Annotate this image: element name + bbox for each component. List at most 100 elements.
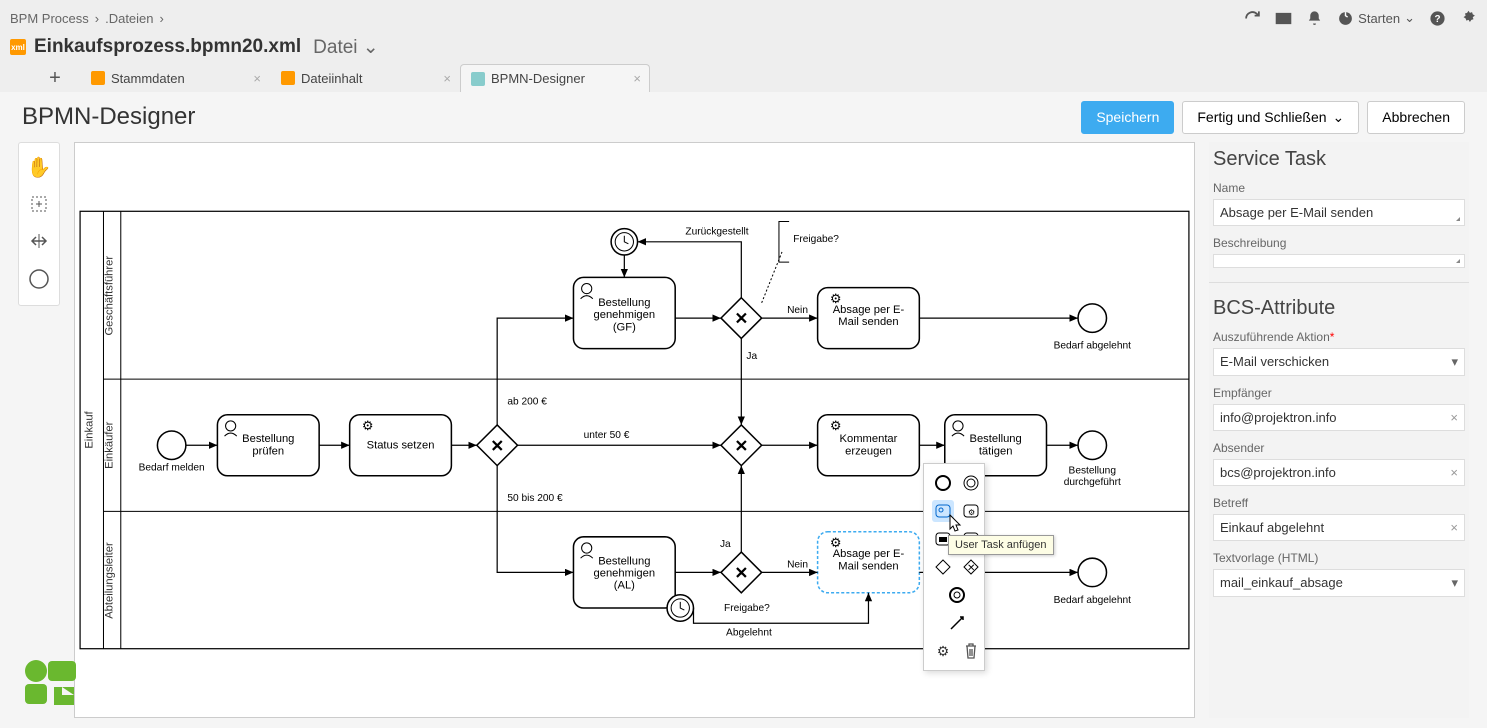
svg-text:Freigabe?: Freigabe? — [793, 234, 839, 245]
bpmn-icon — [471, 72, 485, 86]
toolbox: ✋ — [18, 142, 60, 306]
page-title: BPMN-Designer — [22, 103, 195, 131]
svg-text:Ja: Ja — [720, 539, 731, 550]
props-label: Name — [1209, 179, 1469, 197]
props-to-input[interactable]: info@projektron.info× — [1213, 404, 1465, 431]
help-icon[interactable]: ? — [1429, 10, 1446, 27]
svg-text:Bedarf abgelehnt: Bedarf abgelehnt — [1054, 341, 1132, 352]
props-template-select[interactable]: mail_einkauf_absage — [1213, 569, 1465, 597]
cancel-button[interactable]: Abbrechen — [1367, 101, 1465, 134]
props-label: Auszuführende Aktion* — [1209, 328, 1469, 346]
lane-label: Einkäufer — [104, 421, 116, 469]
props-label: Empfänger — [1209, 384, 1469, 402]
start-menu[interactable]: Starten ⌄ — [1337, 10, 1415, 27]
props-section-title: Service Task — [1209, 142, 1469, 177]
connect-icon[interactable] — [946, 612, 968, 634]
svg-text:Kommentarerzeugen: Kommentarerzeugen — [840, 433, 898, 457]
append-service-task-icon[interactable]: ⚙ — [960, 500, 982, 522]
hand-tool-icon[interactable]: ✋ — [27, 155, 52, 180]
svg-text:?: ? — [1434, 14, 1440, 25]
file-type-label[interactable]: Datei ⌄ — [313, 36, 379, 59]
props-name-input[interactable]: Absage per E-Mail senden — [1213, 199, 1465, 226]
tab-label: Dateiinhalt — [301, 71, 362, 86]
svg-text:Freigabe?: Freigabe? — [724, 603, 770, 614]
mail-icon[interactable] — [1275, 10, 1292, 27]
tab-dateiinhalt[interactable]: Dateiinhalt × — [270, 64, 460, 92]
finish-close-button[interactable]: Fertig und Schließen⌄ — [1182, 101, 1359, 134]
svg-text:Absage per E-Mail senden: Absage per E-Mail senden — [833, 548, 905, 572]
svg-text:50 bis 200 €: 50 bis 200 € — [507, 493, 563, 504]
node-label: Bedarf melden — [139, 463, 205, 474]
svg-text:✕: ✕ — [490, 437, 504, 455]
app-logo-icon — [24, 659, 78, 710]
gear-icon[interactable] — [1460, 10, 1477, 27]
pool-label: Einkauf — [83, 410, 95, 448]
close-icon[interactable]: × — [443, 71, 451, 86]
breadcrumb-item[interactable]: BPM Process — [10, 11, 89, 26]
svg-text:⚙: ⚙ — [362, 418, 374, 433]
tab-label: BPMN-Designer — [491, 71, 585, 86]
append-gateway-icon[interactable] — [932, 556, 954, 578]
svg-text:Bestellungdurchgeführt: Bestellungdurchgeführt — [1064, 466, 1121, 488]
props-action-select[interactable]: E-Mail verschicken — [1213, 348, 1465, 376]
svg-text:Nein: Nein — [787, 559, 808, 570]
tooltip: User Task anfügen — [948, 535, 1054, 555]
svg-text:Bedarf abgelehnt: Bedarf abgelehnt — [1054, 595, 1132, 606]
svg-text:Zurückgestellt: Zurückgestellt — [685, 227, 748, 238]
svg-text:⚙: ⚙ — [968, 508, 975, 517]
lasso-tool-icon[interactable] — [29, 194, 49, 217]
svg-text:Status setzen: Status setzen — [367, 439, 435, 451]
lane-label: Abteilungsleiter — [104, 542, 116, 619]
svg-text:✕: ✕ — [967, 563, 975, 574]
bell-icon[interactable] — [1306, 10, 1323, 27]
svg-text:ab 200 €: ab 200 € — [507, 397, 547, 408]
props-section-title: BCS-Attribute — [1209, 291, 1469, 326]
append-user-task-icon[interactable] — [932, 500, 954, 522]
refresh-icon[interactable] — [1244, 10, 1261, 27]
props-label: Textvorlage (HTML) — [1209, 549, 1469, 567]
start-event[interactable] — [157, 431, 185, 459]
trash-icon[interactable] — [960, 640, 982, 662]
svg-text:⚙: ⚙ — [830, 418, 842, 433]
file-type-icon: xml — [10, 39, 26, 55]
svg-text:Ja: Ja — [746, 351, 757, 362]
svg-text:✕: ✕ — [734, 437, 748, 455]
props-subject-input[interactable]: Einkauf abgelehnt× — [1213, 514, 1465, 541]
breadcrumb-item[interactable]: .Dateien — [105, 11, 153, 26]
props-from-input[interactable]: bcs@projektron.info× — [1213, 459, 1465, 486]
tab-label: Stammdaten — [111, 71, 185, 86]
space-tool-icon[interactable] — [29, 231, 49, 254]
props-desc-input[interactable] — [1213, 254, 1465, 268]
end-event-declined-2[interactable] — [1078, 558, 1106, 586]
breadcrumb: BPM Process› .Dateien› — [10, 11, 164, 26]
add-tab-button[interactable]: + — [30, 64, 80, 92]
context-menu[interactable]: ⚙ ✕ ⚙ — [923, 463, 985, 671]
bpmn-canvas[interactable]: Einkauf Geschäftsführer Einkäufer Abteil… — [74, 142, 1195, 718]
svg-text:Absage per E-Mail senden: Absage per E-Mail senden — [833, 304, 905, 328]
tab-stammdaten[interactable]: Stammdaten × — [80, 64, 270, 92]
end-event-declined-1[interactable] — [1078, 304, 1106, 332]
svg-text:✕: ✕ — [734, 565, 748, 583]
close-icon[interactable]: × — [633, 71, 641, 86]
svg-text:✕: ✕ — [734, 310, 748, 328]
svg-text:Nein: Nein — [787, 305, 808, 316]
properties-panel: Service Task Name Absage per E-Mail send… — [1209, 142, 1469, 718]
xml-icon — [91, 71, 105, 85]
file-name: Einkaufsprozess.bpmn20.xml — [34, 36, 301, 58]
append-inclusive-gateway-icon[interactable] — [946, 584, 968, 606]
svg-text:unter 50 €: unter 50 € — [584, 430, 630, 441]
end-event-done[interactable] — [1078, 431, 1106, 459]
close-icon[interactable]: × — [253, 71, 261, 86]
props-label: Beschreibung — [1209, 234, 1469, 252]
lane-label: Geschäftsführer — [104, 256, 116, 336]
props-label: Absender — [1209, 439, 1469, 457]
tab-bpmn-designer[interactable]: BPMN-Designer × — [460, 64, 650, 92]
append-intermediate-event-icon[interactable] — [960, 472, 982, 494]
append-end-event-icon[interactable] — [932, 472, 954, 494]
settings-icon[interactable]: ⚙ — [932, 640, 954, 662]
svg-text:Abgelehnt: Abgelehnt — [726, 627, 772, 638]
start-event-tool-icon[interactable] — [28, 268, 50, 293]
save-button[interactable]: Speichern — [1081, 101, 1174, 134]
xml-icon — [281, 71, 295, 85]
append-gateway-x-icon[interactable]: ✕ — [960, 556, 982, 578]
